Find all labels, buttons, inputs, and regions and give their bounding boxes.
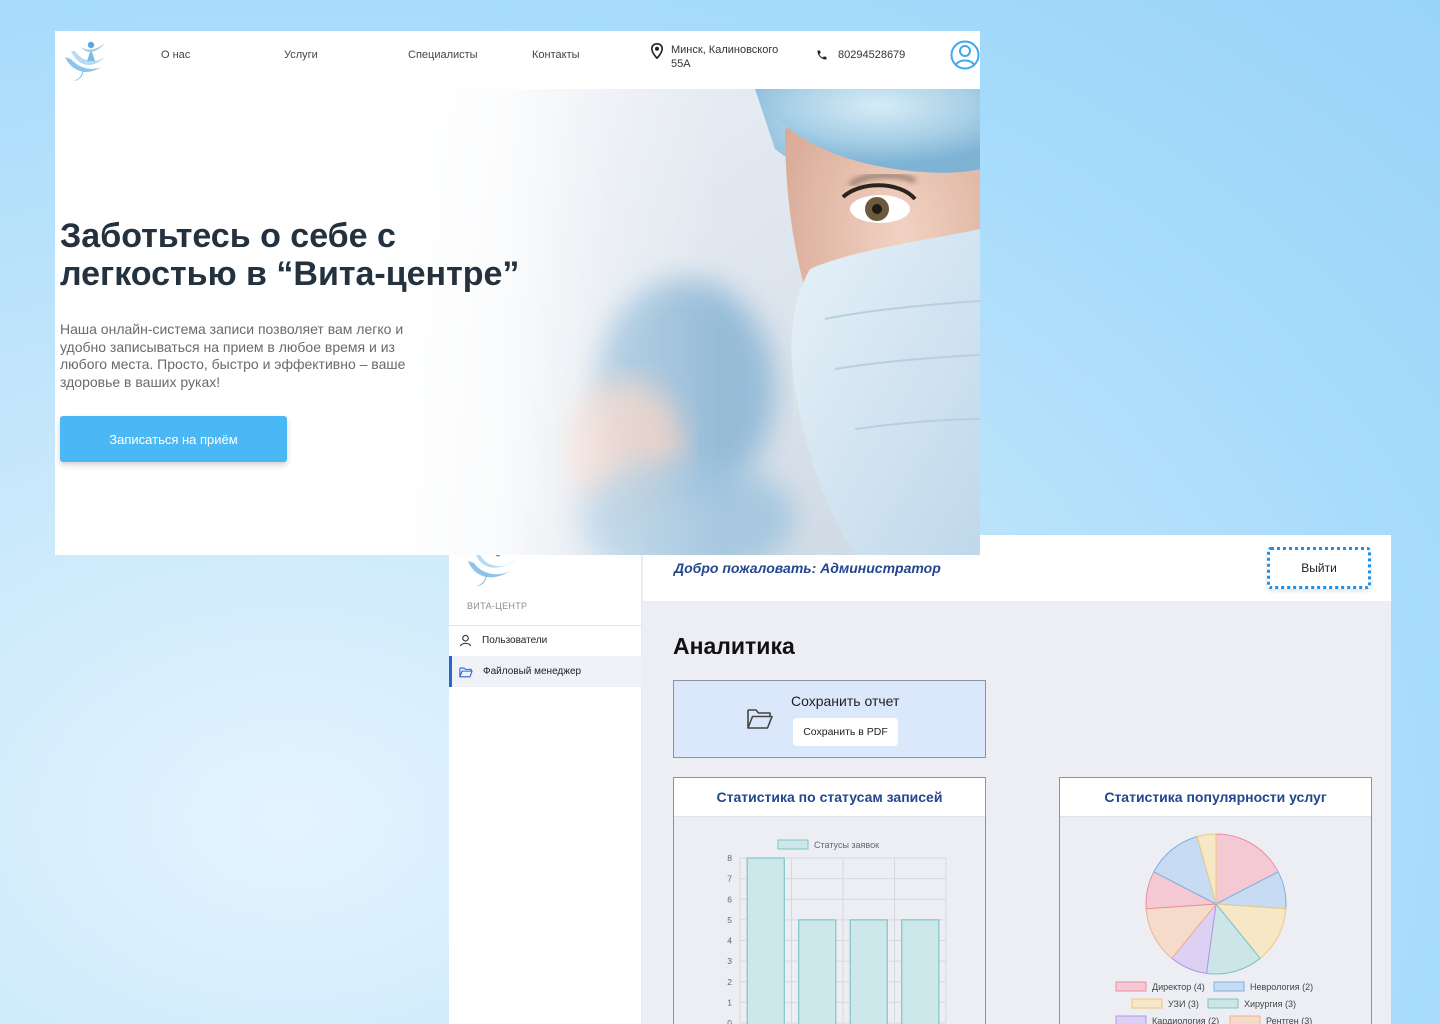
bar bbox=[901, 919, 940, 1024]
status-bar-chart: Статусы заявок 0 1 2 3 4 5 6 7 8 bbox=[727, 839, 947, 1024]
status-stats-card: Статистика по статусам записей Статусы з… bbox=[673, 777, 986, 1024]
popularity-stats-title: Статистика популярности услуг bbox=[1060, 778, 1371, 817]
user-icon bbox=[459, 634, 472, 647]
nav-link-contacts[interactable]: Контакты bbox=[532, 49, 580, 61]
popularity-stats-card: Статистика популярности услуг Директор (… bbox=[1059, 777, 1372, 1024]
y-tick-label: 0 bbox=[727, 1018, 732, 1024]
landing-navbar: О нас Услуги Специалисты Контакты Минск,… bbox=[55, 31, 980, 89]
legend-swatch bbox=[1207, 998, 1239, 1009]
y-tick-label: 7 bbox=[727, 874, 732, 884]
vita-logo-icon[interactable] bbox=[466, 551, 520, 587]
y-tick-label: 2 bbox=[727, 977, 732, 987]
y-tick-label: 4 bbox=[727, 936, 732, 946]
bar bbox=[746, 857, 785, 1024]
legend-label: Кардиология (2) bbox=[1152, 1016, 1219, 1024]
legend-label: Рентген (3) bbox=[1266, 1016, 1312, 1024]
y-tick-label: 3 bbox=[727, 956, 732, 966]
admin-sidebar: ВИТА-ЦЕНТР Пользователи Файловый менедже… bbox=[449, 535, 642, 1024]
hero-title: Заботьтесь о себе с легкостью в “Вита-це… bbox=[60, 217, 620, 293]
save-pdf-button[interactable]: Сохранить в PDF bbox=[793, 718, 898, 746]
logout-button[interactable]: Выйти bbox=[1267, 547, 1371, 589]
landing-page-screenshot: О нас Услуги Специалисты Контакты Минск,… bbox=[55, 31, 980, 555]
hero-description: Наша онлайн-система записи позволяет вам… bbox=[60, 321, 406, 390]
sidebar-item-file-manager[interactable]: Файловый менеджер bbox=[449, 656, 642, 687]
nav-link-specialists[interactable]: Специалисты bbox=[408, 49, 478, 61]
popularity-pie-chart: Директор (4) Неврология (2) УЗИ (3) Хирурги… bbox=[1115, 833, 1313, 1024]
bar bbox=[798, 919, 837, 1024]
legend-swatch bbox=[1229, 1015, 1261, 1024]
status-stats-title: Статистика по статусам записей bbox=[674, 778, 985, 817]
legend-label: Хирургия (3) bbox=[1244, 999, 1296, 1009]
legend-swatch bbox=[777, 839, 809, 850]
phone-number: 80294528679 bbox=[838, 49, 906, 61]
folder-open-icon bbox=[747, 709, 773, 729]
nav-address: Минск, Калиновского 55А bbox=[651, 43, 781, 71]
sidebar-item-label: Пользователи bbox=[482, 635, 548, 646]
nav-phone[interactable]: 80294528679 bbox=[816, 49, 905, 61]
location-pin-icon bbox=[651, 43, 663, 59]
save-report-card: Сохранить отчет Сохранить в PDF bbox=[673, 680, 986, 758]
sidebar-item-label: Файловый менеджер bbox=[483, 666, 582, 677]
vita-logo-icon[interactable] bbox=[61, 37, 113, 83]
nav-link-about[interactable]: О нас bbox=[161, 49, 190, 61]
legend-label: Директор (4) bbox=[1152, 982, 1205, 992]
legend-swatch bbox=[1115, 1015, 1147, 1024]
save-report-title: Сохранить отчет bbox=[791, 693, 900, 709]
book-appointment-button[interactable]: Записаться на приём bbox=[60, 416, 287, 462]
hero-title-line-1: Заботьтесь о себе с bbox=[60, 217, 396, 255]
legend-swatch bbox=[1115, 981, 1147, 992]
page-title: Аналитика bbox=[673, 633, 795, 659]
welcome-text: Добро пожаловать: Администратор bbox=[674, 560, 941, 576]
legend-swatch bbox=[1131, 998, 1163, 1009]
folder-icon bbox=[459, 667, 473, 677]
user-account-icon[interactable] bbox=[950, 39, 980, 71]
legend-label: Неврология (2) bbox=[1250, 982, 1313, 992]
legend-label: УЗИ (3) bbox=[1168, 999, 1199, 1009]
legend-label: Статусы заявок bbox=[814, 840, 879, 850]
y-tick-label: 5 bbox=[727, 915, 732, 925]
hero-title-line-2: легкостью в “Вита-центре” bbox=[60, 255, 520, 293]
phone-icon bbox=[817, 50, 827, 60]
nav-link-services[interactable]: Услуги bbox=[284, 49, 318, 61]
y-tick-label: 1 bbox=[727, 997, 732, 1007]
y-tick-label: 6 bbox=[727, 894, 732, 904]
y-tick-label: 8 bbox=[727, 853, 732, 863]
bar bbox=[849, 919, 888, 1024]
admin-dashboard-screenshot: ВИТА-ЦЕНТР Пользователи Файловый менедже… bbox=[449, 535, 1391, 1024]
sidebar-item-users[interactable]: Пользователи bbox=[449, 625, 642, 656]
legend-swatch bbox=[1213, 981, 1245, 992]
brand-name: ВИТА-ЦЕНТР bbox=[467, 601, 528, 611]
address-text: Минск, Калиновского 55А bbox=[671, 44, 779, 70]
